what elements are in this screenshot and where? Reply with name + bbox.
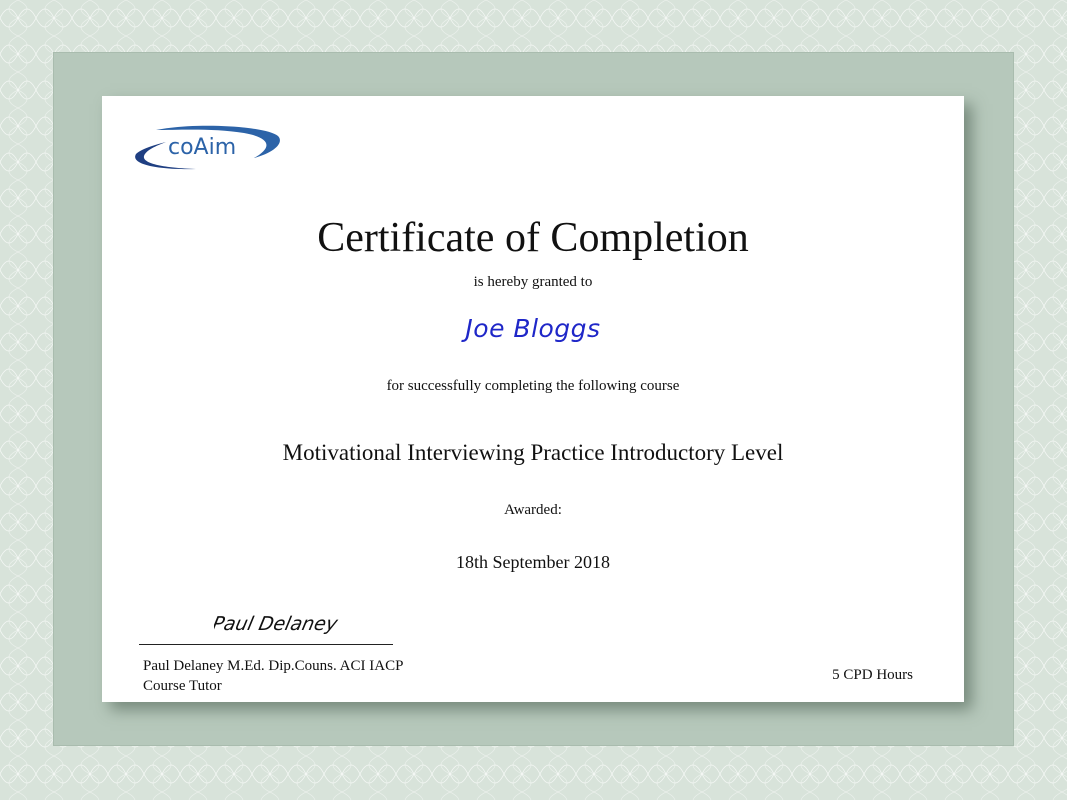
completion-text: for successfully completing the followin… [386,378,680,394]
logo-text: coAim [168,135,236,160]
course-name: Motivational Interviewing Practice Intro… [282,440,784,465]
coaim-logo: coAim [135,125,280,170]
awarded-label: Awarded: [504,502,562,518]
awarded-date: 18th September 2018 [456,552,610,572]
tutor-signature: Paul Delaney [214,612,340,635]
tutor-name: Paul Delaney M.Ed. Dip.Couns. ACI IACP [143,658,404,674]
tutor-role: Course Tutor [143,678,222,694]
signature-line [139,644,393,645]
cpd-hours: 5 CPD Hours [832,667,913,683]
signature-text: Paul Delaney [214,612,340,635]
certificate-sheet: coAim Certificate of Completion is hereb… [102,96,964,702]
granted-text: is hereby granted to [473,274,593,290]
certificate-title: Certificate of Completion [317,215,749,261]
recipient-name: Joe Bloggs [465,314,601,343]
